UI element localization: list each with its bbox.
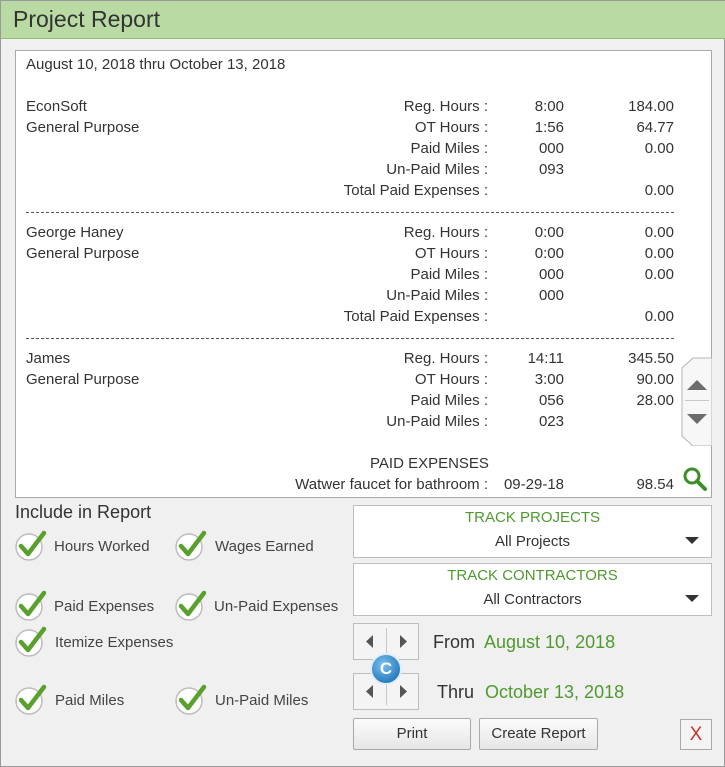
chevron-down-icon[interactable]	[685, 537, 699, 544]
row-label: Paid Miles :	[410, 266, 488, 283]
row-label: Reg. Hours :	[403, 224, 488, 241]
row-label: Un-Paid Miles :	[386, 287, 488, 304]
row-value-amount: 345.50	[628, 350, 674, 367]
wages-earned-checkbox-icon[interactable]	[173, 530, 207, 562]
thru-date[interactable]: October 13, 2018	[485, 682, 624, 703]
row-value-amount: 28.00	[636, 392, 674, 409]
row-value-hours: 0:00	[534, 245, 564, 262]
thru-label: Thru	[437, 682, 475, 702]
row-label: Paid Miles :	[410, 392, 488, 409]
unpaid-expenses-checkbox-icon[interactable]	[173, 590, 207, 622]
paid-miles-checkbox-icon[interactable]	[13, 684, 47, 716]
include-heading: Include in Report	[15, 502, 152, 522]
row-label: Paid Miles :	[410, 140, 488, 157]
close-button[interactable]: X	[680, 719, 712, 750]
title-bar: Project Report	[1, 1, 725, 39]
row-value-amount: 184.00	[628, 98, 674, 115]
row-value-hours: 1:56	[534, 119, 564, 136]
report-scroll-control	[681, 356, 713, 447]
paid-expenses-heading: PAID EXPENSES	[370, 455, 489, 472]
report-preview[interactable]: August 10, 2018 thru October 13, 2018 Ec…	[15, 50, 712, 498]
row-value-hours: 14:11	[527, 350, 564, 367]
from-date[interactable]: August 10, 2018	[484, 632, 615, 653]
row-value-amount: 0.00	[644, 140, 674, 157]
section-divider	[26, 338, 674, 339]
row-value-amount: 0.00	[644, 245, 674, 262]
expense-label: Watwer faucet for bathroom :	[295, 476, 488, 493]
row-value-amount: 0.00	[644, 182, 674, 199]
row-value-hours: 000	[538, 140, 564, 157]
row-label: OT Hours :	[414, 371, 488, 388]
row-value-amount: 0.00	[644, 224, 674, 241]
itemize-expenses-checkbox-icon[interactable]	[13, 626, 47, 658]
row-label: Un-Paid Miles :	[386, 413, 488, 430]
row-value-amount: 64.77	[636, 119, 674, 136]
track-projects-value: All Projects	[494, 533, 571, 550]
project-report-window: Project Report August 10, 2018 thru Octo…	[0, 0, 725, 767]
row-value-hours: 023	[538, 413, 564, 430]
unpaid-expenses-label[interactable]: Un-Paid Expenses	[214, 598, 338, 615]
print-button[interactable]: Print	[353, 718, 471, 750]
row-value-amount: 90.00	[636, 371, 674, 388]
contractor-name: James	[26, 350, 71, 367]
row-value-amount: 0.00	[644, 308, 674, 325]
unpaid-miles-checkbox-icon[interactable]	[173, 684, 207, 716]
row-value-hours: 3:00	[534, 371, 564, 388]
track-projects-dropdown[interactable]: TRACK PROJECTS All Projects	[353, 505, 712, 558]
from-label: From	[433, 632, 475, 652]
row-label: Total Paid Expenses :	[343, 308, 488, 325]
chevron-down-icon[interactable]	[685, 595, 699, 602]
paid-miles-label[interactable]: Paid Miles	[55, 692, 124, 709]
project-name: General Purpose	[26, 119, 140, 136]
create-report-button[interactable]: Create Report	[479, 718, 598, 750]
row-value-hours: 000	[538, 287, 564, 304]
expense-date: 09-29-18	[503, 476, 564, 493]
row-value-hours: 0:00	[534, 224, 564, 241]
expense-amount: 98.54	[636, 476, 674, 493]
row-label: Reg. Hours :	[403, 350, 488, 367]
project-name: General Purpose	[26, 371, 140, 388]
row-label: OT Hours :	[414, 119, 488, 136]
calendar-reset-button[interactable]: C	[370, 653, 402, 685]
wages-earned-label[interactable]: Wages Earned	[215, 538, 314, 555]
hours-worked-checkbox-icon[interactable]	[13, 530, 47, 562]
row-label: Un-Paid Miles :	[386, 161, 488, 178]
row-label: OT Hours :	[414, 245, 488, 262]
paid-expenses-label[interactable]: Paid Expenses	[54, 598, 154, 615]
track-contractors-value: All Contractors	[483, 591, 582, 608]
row-value-hours: 056	[538, 392, 564, 409]
row-value-hours: 000	[538, 266, 564, 283]
track-projects-heading: TRACK PROJECTS	[464, 509, 600, 526]
zoom-icon[interactable]	[682, 466, 708, 492]
track-contractors-dropdown[interactable]: TRACK CONTRACTORS All Contractors	[353, 563, 712, 616]
itemize-expenses-label[interactable]: Itemize Expenses	[55, 634, 173, 651]
section-divider	[26, 212, 674, 213]
row-label: Reg. Hours :	[403, 98, 488, 115]
row-label: Total Paid Expenses :	[343, 182, 488, 199]
row-value-amount: 0.00	[644, 266, 674, 283]
paid-expenses-checkbox-icon[interactable]	[13, 590, 47, 622]
report-date-range: August 10, 2018 thru October 13, 2018	[26, 56, 286, 73]
scroll-up-icon[interactable]	[684, 374, 710, 396]
row-value-hours: 8:00	[534, 98, 564, 115]
hours-worked-label[interactable]: Hours Worked	[54, 538, 150, 555]
contractor-name: EconSoft	[26, 98, 87, 115]
row-value-hours: 093	[538, 161, 564, 178]
contractor-name: George Haney	[26, 224, 124, 241]
scroll-down-icon[interactable]	[684, 408, 710, 430]
scroll-divider	[685, 400, 709, 401]
project-name: General Purpose	[26, 245, 140, 262]
unpaid-miles-label[interactable]: Un-Paid Miles	[215, 692, 308, 709]
window-title: Project Report	[13, 6, 161, 32]
track-contractors-heading: TRACK CONTRACTORS	[447, 567, 618, 584]
